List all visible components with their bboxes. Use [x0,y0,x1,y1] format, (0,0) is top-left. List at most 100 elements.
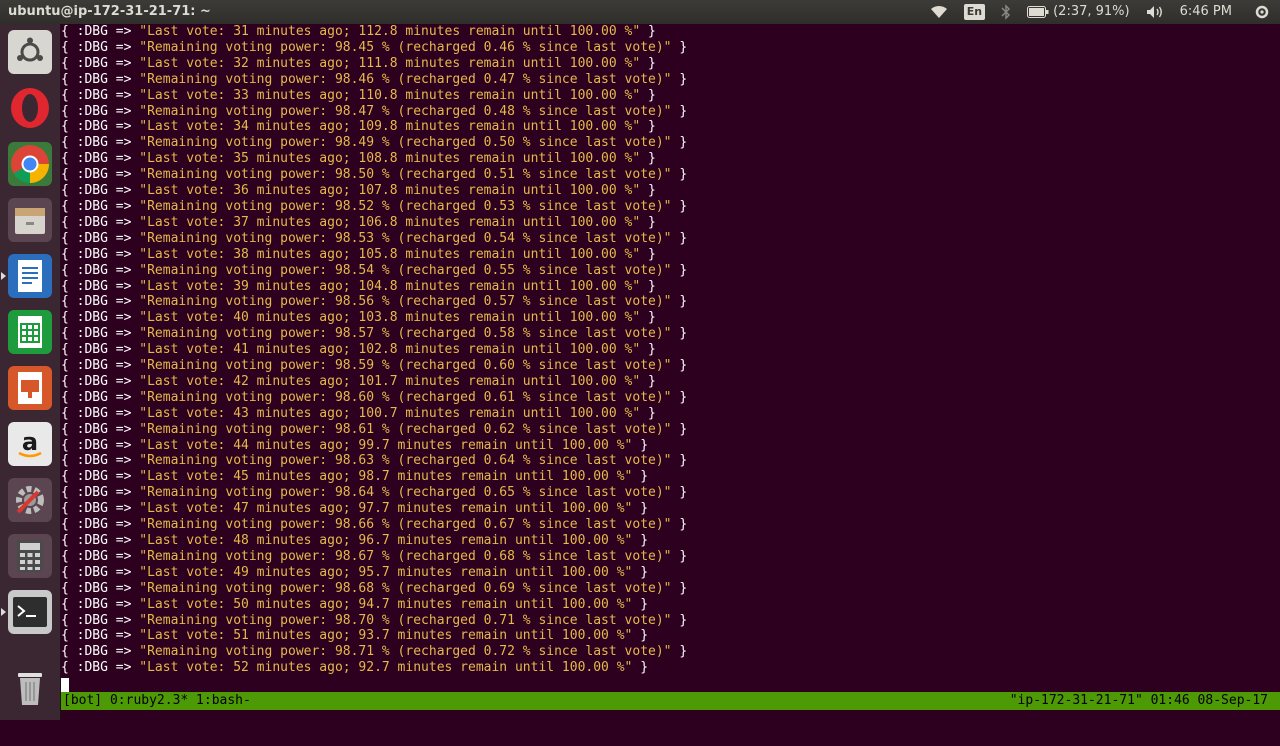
battery-indicator[interactable]: (2:37, 91%) [1027,0,1130,24]
log-prefix: { :DBG => [61,151,140,167]
log-prefix: { :DBG => [61,278,140,294]
log-suffix: } [640,310,656,326]
launcher-chrome[interactable] [6,140,54,188]
terminal-bottom-padding [61,710,1280,720]
trash-icon [8,666,52,710]
terminal-line: { :DBG => "Remaining voting power: 98.66… [61,517,687,533]
log-prefix: { :DBG => [61,405,140,421]
log-message: "Remaining voting power: 98.64 % (rechar… [139,485,672,501]
log-suffix: } [632,469,649,485]
log-prefix: { :DBG => [61,373,140,389]
terminal-line: { :DBG => "Last vote: 31 minutes ago; 11… [61,24,687,40]
window-title: ubuntu@ip-172-31-21-71: ~ [8,4,211,19]
tmux-status-bar: [bot] 0:ruby2.3* 1:bash- "ip-172-31-21-7… [61,692,1280,710]
log-suffix: } [632,437,649,453]
terminal-line: { :DBG => "Last vote: 48 minutes ago; 96… [61,533,687,549]
indicator-area: En (2:37, 91%) 6:46 PM [930,0,1280,24]
terminal-line: { :DBG => "Remaining voting power: 98.70… [61,613,687,629]
keyboard-layout-indicator[interactable]: En [963,4,986,20]
log-message: "Remaining voting power: 98.61 % (rechar… [139,421,672,437]
terminal-line: { :DBG => "Last vote: 49 minutes ago; 95… [61,565,687,581]
terminal-line: { :DBG => "Remaining voting power: 98.57… [61,326,687,342]
log-suffix: } [671,358,688,374]
launcher-trash[interactable] [6,664,54,712]
running-indicator [1,272,6,280]
launcher-terminal[interactable] [1,588,54,636]
battery-icon [1027,6,1049,18]
log-message: "Remaining voting power: 98.50 % (rechar… [139,167,672,183]
log-prefix: { :DBG => [61,262,140,278]
log-suffix: } [640,342,656,358]
terminal-line: { :DBG => "Last vote: 37 minutes ago; 10… [61,215,687,231]
log-suffix: } [640,373,656,389]
launcher-settings[interactable] [6,476,54,524]
wifi-icon[interactable] [930,5,948,19]
terminal-line: { :DBG => "Remaining voting power: 98.49… [61,135,687,151]
terminal-line: { :DBG => "Remaining voting power: 98.60… [61,390,687,406]
log-suffix: } [640,405,656,421]
log-suffix: } [671,103,688,119]
terminal-icon [8,590,52,634]
terminal-line: { :DBG => "Remaining voting power: 98.45… [61,40,687,56]
log-message: "Last vote: 41 minutes ago; 102.8 minute… [139,342,641,358]
terminal-line: { :DBG => "Last vote: 34 minutes ago; 10… [61,119,687,135]
log-suffix: } [671,644,688,660]
power-gear-icon[interactable] [1254,4,1270,20]
terminal-window[interactable]: { :DBG => "Last vote: 31 minutes ago; 11… [61,24,1280,693]
terminal-line: { :DBG => "Remaining voting power: 98.64… [61,485,687,501]
log-suffix: } [640,87,656,103]
terminal-line: { :DBG => "Remaining voting power: 98.52… [61,199,687,215]
terminal-line: { :DBG => "Remaining voting power: 98.53… [61,231,687,247]
system-settings-icon [8,478,52,522]
launcher-calculator[interactable] [6,532,54,580]
log-suffix: } [671,580,688,596]
launcher-impress[interactable] [6,364,54,412]
log-message: "Remaining voting power: 98.54 % (rechar… [139,262,672,278]
log-prefix: { :DBG => [61,24,140,39]
log-suffix: } [671,294,688,310]
log-message: "Remaining voting power: 98.49 % (rechar… [139,135,672,151]
keyboard-layout-label: En [963,4,986,20]
log-prefix: { :DBG => [61,183,140,199]
log-suffix: } [640,55,656,71]
launcher-opera[interactable] [6,84,54,132]
terminal-line: { :DBG => "Remaining voting power: 98.50… [61,167,687,183]
launcher-amazon[interactable]: a [6,420,54,468]
tmux-window-list[interactable]: [bot] 0:ruby2.3* 1:bash- [63,692,251,710]
log-prefix: { :DBG => [61,294,140,310]
log-suffix: } [632,501,649,517]
log-message: "Remaining voting power: 98.70 % (rechar… [139,612,672,628]
log-message: "Last vote: 35 minutes ago; 108.8 minute… [139,151,641,167]
launcher-writer[interactable] [1,252,54,300]
log-suffix: } [671,421,688,437]
terminal-line: { :DBG => "Remaining voting power: 98.61… [61,422,687,438]
log-prefix: { :DBG => [61,389,140,405]
log-prefix: { :DBG => [61,660,140,676]
log-message: "Last vote: 32 minutes ago; 111.8 minute… [139,55,641,71]
launcher-files[interactable] [6,196,54,244]
log-message: "Last vote: 43 minutes ago; 100.7 minute… [139,405,641,421]
log-message: "Remaining voting power: 98.57 % (rechar… [139,326,672,342]
log-prefix: { :DBG => [61,580,140,596]
log-suffix: } [671,453,688,469]
bluetooth-icon[interactable] [1001,4,1011,20]
launcher-calc[interactable] [6,308,54,356]
launcher: a [0,24,61,720]
log-prefix: { :DBG => [61,437,140,453]
clock[interactable]: 6:46 PM [1180,0,1232,24]
volume-icon[interactable] [1146,5,1164,19]
log-message: "Remaining voting power: 98.63 % (rechar… [139,453,672,469]
log-message: "Remaining voting power: 98.66 % (rechar… [139,517,672,533]
log-prefix: { :DBG => [61,119,140,135]
log-message: "Last vote: 33 minutes ago; 110.8 minute… [139,87,641,103]
log-suffix: } [671,262,688,278]
terminal-line: { :DBG => "Last vote: 42 minutes ago; 10… [61,374,687,390]
log-message: "Last vote: 52 minutes ago; 92.7 minutes… [139,660,633,676]
log-message: "Remaining voting power: 98.45 % (rechar… [139,39,672,55]
log-suffix: } [632,660,649,676]
log-prefix: { :DBG => [61,469,140,485]
log-message: "Remaining voting power: 98.71 % (rechar… [139,644,672,660]
log-suffix: } [632,628,649,644]
launcher-dash[interactable] [6,28,54,76]
log-prefix: { :DBG => [61,39,140,55]
